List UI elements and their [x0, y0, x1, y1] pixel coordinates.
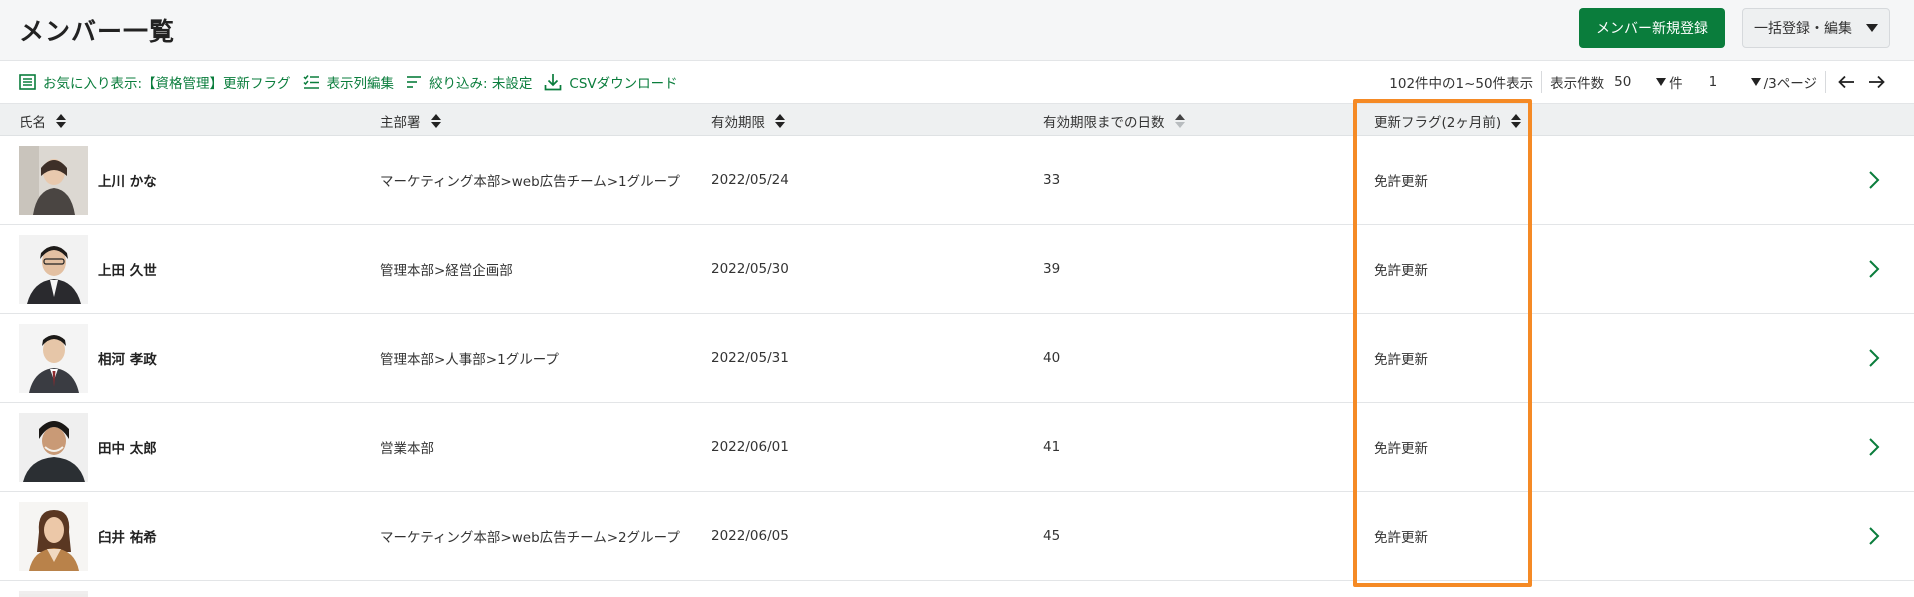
avatar [19, 502, 88, 571]
bulk-edit-label: 一括登録・編集 [1754, 21, 1852, 37]
avatar [19, 591, 88, 597]
sort-icon [1511, 113, 1522, 128]
favorite-view-label: お気に入り表示:【資格管理】更新フラグ [43, 76, 291, 92]
member-name: 上田 久世 [98, 263, 157, 279]
edit-columns-label: 表示列編集 [326, 76, 395, 92]
sort-icon [56, 113, 66, 128]
member-days-left: 39 [1043, 261, 1061, 277]
per-page-select[interactable]: 50 件 [1614, 72, 1683, 92]
divider [1825, 71, 1826, 93]
result-summary: 102件中の1~50件表示 [1389, 76, 1534, 92]
member-name: 上川 かな [98, 174, 157, 190]
avatar [19, 146, 88, 215]
column-header-renewal-flag[interactable]: 更新フラグ(2ヶ月前) [1374, 104, 1522, 137]
per-page-unit: 件 [1669, 76, 1683, 92]
table-row[interactable]: 上川 かな マーケティング本部>web広告チーム>1グループ 2022/05/2… [0, 136, 1914, 225]
checklist-icon [303, 75, 319, 89]
filter-link[interactable]: 絞り込み: 未設定 [406, 72, 532, 92]
prev-page-button[interactable] [1834, 75, 1858, 89]
arrow-right-icon [1868, 75, 1885, 89]
sort-icon [430, 113, 441, 128]
arrow-left-icon [1837, 75, 1854, 89]
toolbar: お気に入り表示:【資格管理】更新フラグ 表示列編集 絞り込み: 未設定 CSVダ… [0, 61, 1914, 103]
member-dept: 管理本部>経営企画部 [380, 263, 513, 279]
member-name: 臼井 祐希 [98, 530, 157, 546]
member-renewal-flag: 免許更新 [1374, 263, 1428, 279]
csv-download-link[interactable]: CSVダウンロード [544, 72, 678, 92]
member-days-left: 40 [1043, 350, 1061, 366]
member-renewal-flag: 免許更新 [1374, 352, 1428, 368]
filter-lines-icon [407, 76, 422, 88]
avatar [19, 235, 88, 304]
column-header-name[interactable]: 氏名 [19, 104, 66, 137]
member-dept: 管理本部>人事部>1グループ [380, 352, 559, 368]
divider [1541, 71, 1543, 93]
column-label: 主部署 [380, 114, 421, 131]
favorite-view-link[interactable]: お気に入り表示:【資格管理】更新フラグ [19, 72, 291, 92]
column-header-expiry[interactable]: 有効期限 [711, 104, 785, 137]
member-dept: 営業本部 [380, 441, 434, 457]
sort-ascending-icon [1174, 113, 1185, 128]
chevron-right-icon[interactable] [1868, 259, 1880, 279]
member-name: 田中 太郎 [98, 441, 157, 457]
page-value: 1 [1708, 74, 1718, 90]
member-name: 相河 孝政 [98, 352, 157, 368]
per-page-value: 50 [1614, 74, 1632, 90]
column-header-days[interactable]: 有効期限までの日数 [1043, 104, 1185, 137]
column-label: 有効期限までの日数 [1043, 114, 1165, 131]
member-renewal-flag: 免許更新 [1374, 530, 1428, 546]
member-expiry: 2022/05/31 [711, 350, 789, 366]
column-header-dept[interactable]: 主部署 [380, 104, 441, 137]
per-page-label: 表示件数 [1550, 76, 1605, 92]
caret-down-icon [1656, 78, 1667, 86]
member-renewal-flag: 免許更新 [1374, 174, 1428, 190]
member-expiry: 2022/05/24 [711, 172, 789, 188]
member-dept: マーケティング本部>web広告チーム>2グループ [380, 530, 680, 546]
filter-label: 絞り込み: 未設定 [429, 76, 533, 92]
new-member-button[interactable]: メンバー新規登録 [1579, 8, 1725, 48]
page-header: メンバー一覧 メンバー新規登録 一括登録・編集 [0, 0, 1914, 61]
chevron-right-icon[interactable] [1868, 170, 1880, 190]
bulk-edit-button[interactable]: 一括登録・編集 [1742, 8, 1890, 48]
sort-icon [775, 113, 785, 128]
avatar [19, 413, 88, 482]
chevron-right-icon[interactable] [1868, 348, 1880, 368]
table-row[interactable]: 臼井 祐希 マーケティング本部>web広告チーム>2グループ 2022/06/0… [0, 492, 1914, 581]
page-select[interactable]: 1 /3ページ [1709, 72, 1817, 92]
download-icon [545, 74, 562, 91]
page-title: メンバー一覧 [19, 17, 176, 46]
chevron-right-icon[interactable] [1868, 526, 1880, 546]
next-page-button[interactable] [1864, 75, 1888, 89]
member-expiry: 2022/05/30 [711, 261, 789, 277]
table-row[interactable]: 相河 孝政 管理本部>人事部>1グループ 2022/05/31 40 免許更新 [0, 314, 1914, 403]
column-label: 氏名 [19, 114, 46, 131]
member-expiry: 2022/06/01 [711, 439, 789, 455]
table-header: 氏名 主部署 有効期限 有効期限までの日数 更新フラグ(2ヶ月前) [0, 103, 1914, 136]
list-icon [19, 74, 36, 90]
member-days-left: 33 [1043, 172, 1061, 188]
edit-columns-link[interactable]: 表示列編集 [303, 72, 395, 92]
chevron-right-icon[interactable] [1868, 437, 1880, 457]
column-label: 有効期限 [711, 114, 765, 131]
caret-down-icon [1750, 78, 1761, 86]
member-days-left: 41 [1043, 439, 1061, 455]
table-row[interactable]: 上田 久世 管理本部>経営企画部 2022/05/30 39 免許更新 [0, 225, 1914, 314]
column-label: 更新フラグ(2ヶ月前) [1374, 114, 1502, 131]
pagination: 102件中の1~50件表示 表示件数 50 件 1 /3ページ [1389, 61, 1888, 103]
page-total: /3ページ [1763, 76, 1817, 92]
member-dept: マーケティング本部>web広告チーム>1グループ [380, 174, 680, 190]
member-days-left: 45 [1043, 528, 1061, 544]
avatar [19, 324, 88, 393]
member-table: 氏名 主部署 有効期限 有効期限までの日数 更新フラグ(2ヶ月前) 上川 かな … [0, 103, 1914, 597]
member-expiry: 2022/06/05 [711, 528, 789, 544]
table-row-partial[interactable] [0, 581, 1914, 597]
caret-down-icon [1866, 24, 1878, 32]
csv-download-label: CSVダウンロード [569, 76, 678, 92]
table-row[interactable]: 田中 太郎 営業本部 2022/06/01 41 免許更新 [0, 403, 1914, 492]
member-renewal-flag: 免許更新 [1374, 441, 1428, 457]
